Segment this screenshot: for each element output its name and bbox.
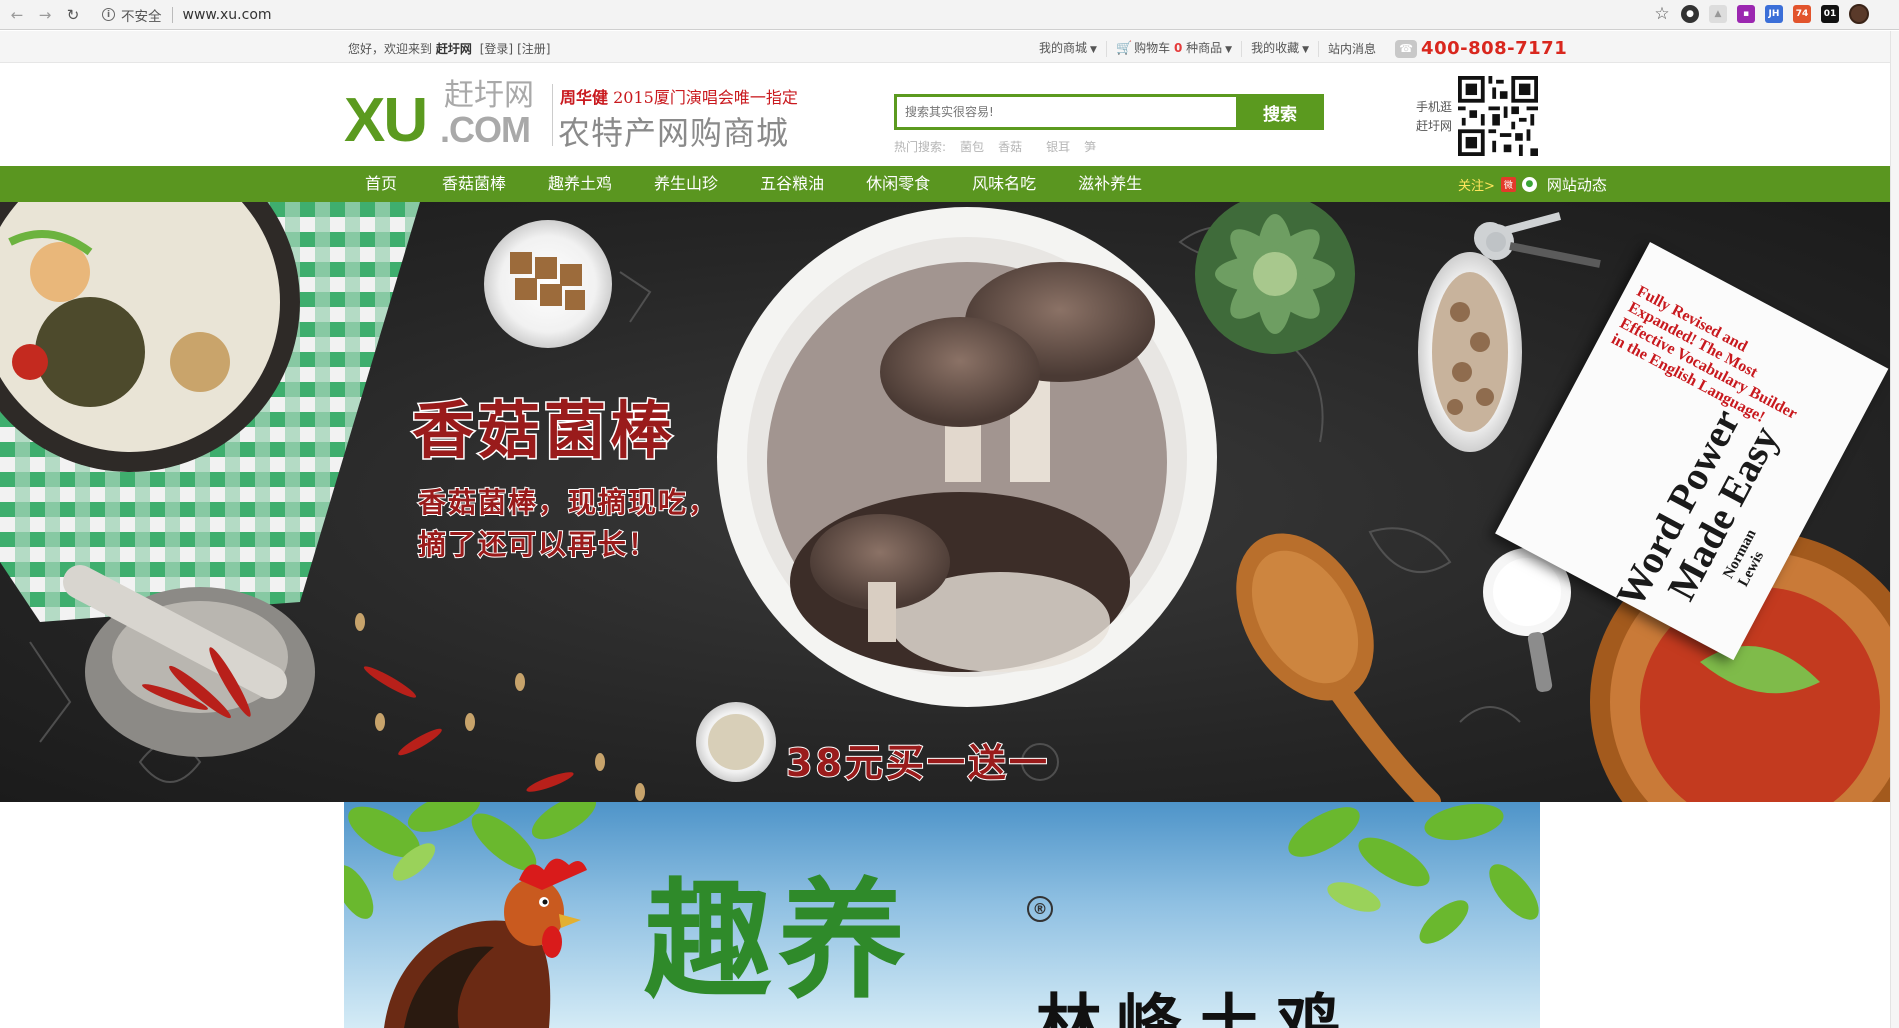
bookmark-star-icon[interactable]: ☆ <box>1653 4 1671 24</box>
main-nav: 首页 香菇菌棒 趣养土鸡 养生山珍 五谷粮油 休闲零食 风味名吃 滋补养生 关注… <box>0 166 1890 202</box>
hero-subtitle-line2: 摘了还可以再长！ <box>417 527 659 562</box>
browser-toolbar: ← → ↻ i 不安全 www.xu.com ☆ ● ▲ ▪ JH 74 01 <box>0 0 1899 30</box>
my-mall-label: 我的商城 <box>1039 40 1088 55</box>
cart-count: 0 <box>1173 40 1183 55</box>
chicken-subtitle: 林峰土鸡 <box>1036 986 1356 1028</box>
github-icon[interactable]: ● <box>1681 5 1699 23</box>
favorites-menu[interactable]: 我的收藏 ▼ <box>1242 40 1320 57</box>
slogan-top: 周华健 2015厦门演唱会唯一指定 <box>560 84 798 108</box>
welcome-message: 您好，欢迎来到 赶圩网 [登录] [注册] <box>348 40 550 57</box>
slogan-top-rest: 2015厦门演唱会唯一指定 <box>613 88 798 107</box>
top-utility-bar: 您好，欢迎来到 赶圩网 [登录] [注册] 我的商城 ▼ 🛒 购物车 0 种商品 ▼ 我… <box>0 31 1890 63</box>
info-icon[interactable]: i <box>102 8 115 21</box>
slogan-main: 农特产网购商城 <box>558 114 790 152</box>
forward-arrow-icon[interactable]: → <box>34 4 56 26</box>
hot-searches: 热门搜索: 菌包 香菇 银耳 笋 <box>894 138 1096 155</box>
chevron-down-icon: ▼ <box>1090 44 1097 55</box>
nav-item-tonic[interactable]: 滋补养生 <box>1057 166 1163 202</box>
chevron-down-icon: ▼ <box>1225 44 1233 55</box>
security-label: 不安全 <box>121 8 162 25</box>
chicken-banner[interactable]: 趣养 ® 林峰土鸡 <box>344 802 1540 1028</box>
hot-search-term[interactable]: 银耳 <box>1046 138 1070 155</box>
extension-74-icon[interactable]: 74 <box>1793 5 1811 23</box>
cart-label: 购物车 <box>1134 40 1171 55</box>
back-arrow-icon[interactable]: ← <box>6 4 28 26</box>
profile-avatar[interactable] <box>1849 4 1869 24</box>
site-header: XU 赶圩网 .COM 周华健 2015厦门演唱会唯一指定 农特产网购商城 搜索… <box>0 64 1890 166</box>
qr-label: 手机逛 赶圩网 <box>1416 98 1452 136</box>
logo-divider <box>552 84 553 146</box>
welcome-prefix: 您好，欢迎来到 <box>348 42 433 56</box>
qr-label-line2: 赶圩网 <box>1416 119 1453 133</box>
cart-icon: 🛒 <box>1115 40 1133 56</box>
page-scrollbar[interactable] <box>1890 31 1899 1028</box>
weibo-icon[interactable]: 微 <box>1500 176 1516 192</box>
chicken-brand: 趣养 <box>644 867 913 1016</box>
hero-banner[interactable]: Fully Revised and Expanded! The Most Eff… <box>0 202 1890 802</box>
chevron-down-icon: ▼ <box>1302 44 1310 55</box>
qr-label-line1: 手机逛 <box>1416 100 1453 114</box>
site-logo[interactable]: XU 赶圩网 .COM <box>344 78 554 155</box>
hotline-number: 400-808-7171 <box>1421 38 1568 59</box>
nav-items: 首页 香菇菌棒 趣养土鸡 养生山珍 五谷粮油 休闲零食 风味名吃 滋补养生 <box>345 166 1163 202</box>
search-button[interactable]: 搜索 <box>1236 94 1324 130</box>
hero-title: 香菇菌棒 <box>410 393 677 469</box>
slogan-top-name: 周华健 <box>560 88 609 107</box>
site-news-link[interactable]: 网站动态 <box>1547 174 1607 195</box>
qr-code-icon <box>1458 76 1538 156</box>
extension-jh-icon[interactable]: JH <box>1765 5 1783 23</box>
nav-item-chicken[interactable]: 趣养土鸡 <box>527 166 633 202</box>
hot-search-term[interactable]: 菌包 <box>960 138 984 155</box>
my-mall-menu[interactable]: 我的商城 ▼ <box>1030 40 1107 57</box>
messages-link[interactable]: 站内消息 <box>1319 42 1385 56</box>
url-text[interactable]: www.xu.com <box>183 7 272 23</box>
wechat-icon[interactable]: ● <box>1521 176 1537 192</box>
nav-item-snacks[interactable]: 休闲零食 <box>845 166 951 202</box>
nav-item-mountain[interactable]: 养生山珍 <box>633 166 739 202</box>
top-right-links: 我的商城 ▼ 🛒 购物车 0 种商品 ▼ 我的收藏 ▼ 站内消息 ☎ 400-808-7… <box>1030 38 1567 59</box>
cart-suffix: 种商品 <box>1186 40 1223 55</box>
favorites-label: 我的收藏 <box>1251 40 1300 55</box>
hotline: ☎ 400-808-7171 <box>1395 38 1567 59</box>
register-link[interactable]: [注册] <box>517 42 550 56</box>
nav-item-home[interactable]: 首页 <box>345 166 421 202</box>
logo-latin: XU <box>344 86 428 155</box>
follow-area: 关注> 微 ● 网站动态 <box>1458 166 1607 202</box>
search-box: 搜索 <box>894 94 1324 130</box>
search-input[interactable] <box>894 94 1236 130</box>
hot-search-label: 热门搜索: <box>894 140 947 154</box>
hero-promo: 38元买一送一 <box>785 740 1050 786</box>
chicken-banner-illustration <box>344 802 1539 1028</box>
url-divider <box>171 6 173 23</box>
address-bar[interactable]: i 不安全 www.xu.com <box>102 0 272 30</box>
extension-purple-icon[interactable]: ▪ <box>1737 5 1755 23</box>
extensions-area: ☆ ● ▲ ▪ JH 74 01 <box>1653 4 1869 24</box>
hero-subtitle-line1: 香菇菌棒，现摘现吃， <box>417 485 719 520</box>
hero-subtitle: 香菇菌棒，现摘现吃， 摘了还可以再长！ <box>417 482 719 566</box>
nav-item-grain[interactable]: 五谷粮油 <box>739 166 845 202</box>
phone-icon: ☎ <box>1395 39 1418 58</box>
reload-icon[interactable]: ↻ <box>62 4 84 26</box>
cart-menu[interactable]: 🛒 购物车 0 种商品 ▼ <box>1107 40 1243 57</box>
nav-item-mushroom[interactable]: 香菇菌棒 <box>421 166 527 202</box>
registered-mark-icon: ® <box>1027 896 1053 922</box>
extension-01-icon[interactable]: 01 <box>1821 5 1839 23</box>
logo-domain: .COM <box>440 109 531 150</box>
hot-search-term[interactable]: 香菇 <box>998 138 1022 155</box>
logo-chinese: 赶圩网 <box>444 78 534 113</box>
hot-search-term[interactable]: 笋 <box>1084 138 1096 155</box>
follow-label: 关注> <box>1458 178 1495 194</box>
extension-triangle-icon[interactable]: ▲ <box>1709 5 1727 23</box>
nav-item-specialties[interactable]: 风味名吃 <box>951 166 1057 202</box>
welcome-site-name: 赶圩网 <box>435 42 472 56</box>
login-link[interactable]: [登录] <box>480 42 513 56</box>
